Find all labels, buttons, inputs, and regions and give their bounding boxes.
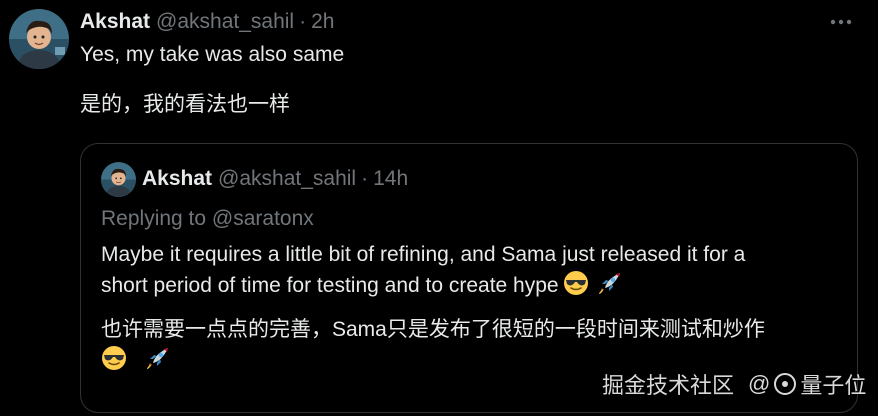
rocket-emoji-icon bbox=[598, 273, 620, 294]
sunglasses-emoji-icon bbox=[102, 346, 126, 370]
watermark-author: 量子位 bbox=[800, 373, 867, 398]
sunglasses-emoji-icon bbox=[563, 271, 588, 295]
quoted-author-handle[interactable]: @akshat_sahil bbox=[218, 167, 356, 191]
tweet-header: Akshat @akshat_sahil · 2h bbox=[80, 10, 334, 36]
author-handle[interactable]: @akshat_sahil bbox=[156, 10, 294, 34]
tweet-text-chinese: 是的，我的看法也一样 bbox=[80, 93, 290, 116]
tweet-text-english: Yes, my take was also same bbox=[80, 43, 345, 66]
quoted-text-line-chinese: 也许需要一点点的完善，Sama只是发布了很短的一段时间来测试和炒作 bbox=[101, 318, 765, 341]
quoted-text-line: Maybe it requires a little bit of refini… bbox=[101, 243, 746, 266]
separator-dot: · bbox=[299, 10, 307, 33]
quoted-author-avatar[interactable] bbox=[101, 162, 136, 197]
quoted-tweet-header: Akshat @akshat_sahil · 14h bbox=[142, 167, 408, 193]
watermark-source: 掘金技术社区 bbox=[602, 373, 735, 398]
tweet-card[interactable]: Akshat @akshat_sahil · 2h Yes, my take w… bbox=[0, 0, 878, 416]
more-horizontal-icon bbox=[830, 19, 852, 25]
more-options-button[interactable] bbox=[826, 12, 856, 32]
quoted-tweet-timestamp[interactable]: 14h bbox=[373, 167, 408, 191]
rocket-emoji-icon bbox=[147, 348, 168, 369]
quoted-author-name[interactable]: Akshat bbox=[142, 167, 212, 191]
watermark: 掘金技术社区 @ 量子位 bbox=[602, 368, 866, 400]
quoted-text-line: short period of time for testing and to … bbox=[101, 270, 623, 301]
separator-dot: · bbox=[361, 167, 369, 190]
replying-to-label: Replying to @saratonx bbox=[101, 207, 314, 230]
watermark-at: @ bbox=[748, 371, 771, 396]
qbitai-logo-icon bbox=[774, 373, 797, 395]
author-name[interactable]: Akshat bbox=[80, 10, 150, 34]
tweet-timestamp[interactable]: 2h bbox=[311, 10, 334, 34]
quoted-text-line bbox=[101, 345, 171, 376]
quoted-text-segment: short period of time for testing and to … bbox=[101, 274, 559, 297]
author-avatar[interactable] bbox=[9, 9, 69, 69]
